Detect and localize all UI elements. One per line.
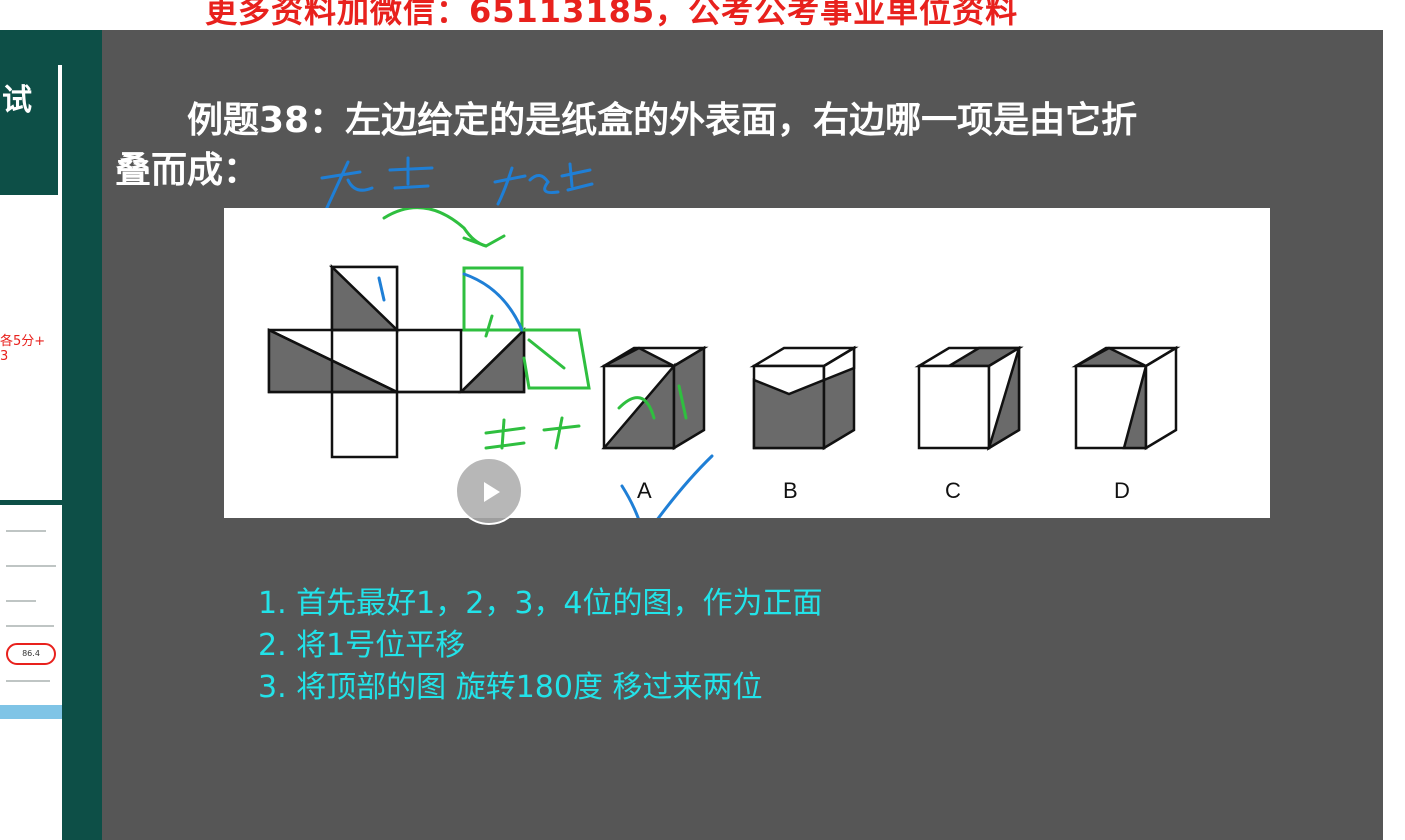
- thumbnail-line: [6, 680, 50, 682]
- option-label-a: A: [637, 478, 652, 503]
- top-banner: 更多资料加微信：65113185，公考公考事业单位资料: [0, 0, 1405, 30]
- thumbnail-header: 试: [0, 65, 61, 198]
- thumbnail-text-2: 3: [0, 349, 9, 364]
- ink-stroke: [528, 174, 560, 194]
- thumbnail-score-badge: 86.4: [6, 643, 56, 665]
- option-label-b: B: [783, 478, 798, 503]
- net-face-bottom: [330, 390, 399, 459]
- ink-stroke: [388, 166, 434, 172]
- thumbnail-line: [6, 600, 36, 602]
- slide-thumbnail-1[interactable]: 试 各5分+ 3: [0, 65, 62, 500]
- ink-stroke: [393, 156, 430, 190]
- option-cube-c: [914, 345, 1024, 451]
- question-figure: A B C D: [224, 208, 1270, 518]
- thumbnail-title: 试: [2, 83, 32, 118]
- ink-diagonal: [462, 272, 524, 332]
- thumbnail-line: [6, 565, 56, 567]
- ink-char: [484, 418, 526, 450]
- play-button[interactable]: [455, 457, 523, 525]
- ink-char: [542, 416, 581, 450]
- option-cube-d: [1071, 345, 1181, 451]
- option-cube-b: [749, 345, 859, 451]
- cube-net: [267, 264, 526, 459]
- note-item-2: 2. 将1号位平移: [258, 628, 466, 663]
- play-icon: [484, 482, 500, 502]
- ink-stroke: [560, 162, 594, 192]
- thumbnail-bar: [0, 705, 62, 719]
- thumbnail-text: 各5分+: [0, 334, 46, 349]
- thumbnail-line: [6, 530, 46, 532]
- thumbnail-line: [6, 625, 54, 627]
- figure-drawing: A B C D: [267, 208, 1181, 518]
- slide-thumbnail-panel: 试 各5分+ 3 86.4: [0, 30, 102, 840]
- option-cube-a: [599, 345, 709, 451]
- ink-box-2: [522, 328, 591, 390]
- notes-list: 1. 首先最好1，2，3，4位的图，作为正面 2. 将1号位平移 3. 将顶部的…: [258, 583, 823, 709]
- option-label-c: C: [945, 478, 961, 503]
- option-label-d: D: [1114, 478, 1130, 503]
- question-line-1: 例题38：左边给定的是纸盒的外表面，右边哪一项是由它折: [187, 100, 1138, 141]
- slide-thumbnail-2[interactable]: 86.4: [0, 505, 62, 840]
- note-item-3: 3. 将顶部的图 旋转180度 移过来两位: [258, 670, 763, 705]
- ink-stroke: [496, 166, 514, 206]
- banner-text: 更多资料加微信：65113185，公考公考事业单位资料: [205, 0, 1019, 30]
- ink-stroke: [323, 160, 350, 214]
- note-item-1: 1. 首先最好1，2，3，4位的图，作为正面: [258, 586, 823, 621]
- ink-stroke: [346, 178, 374, 192]
- right-edge: [1383, 30, 1405, 840]
